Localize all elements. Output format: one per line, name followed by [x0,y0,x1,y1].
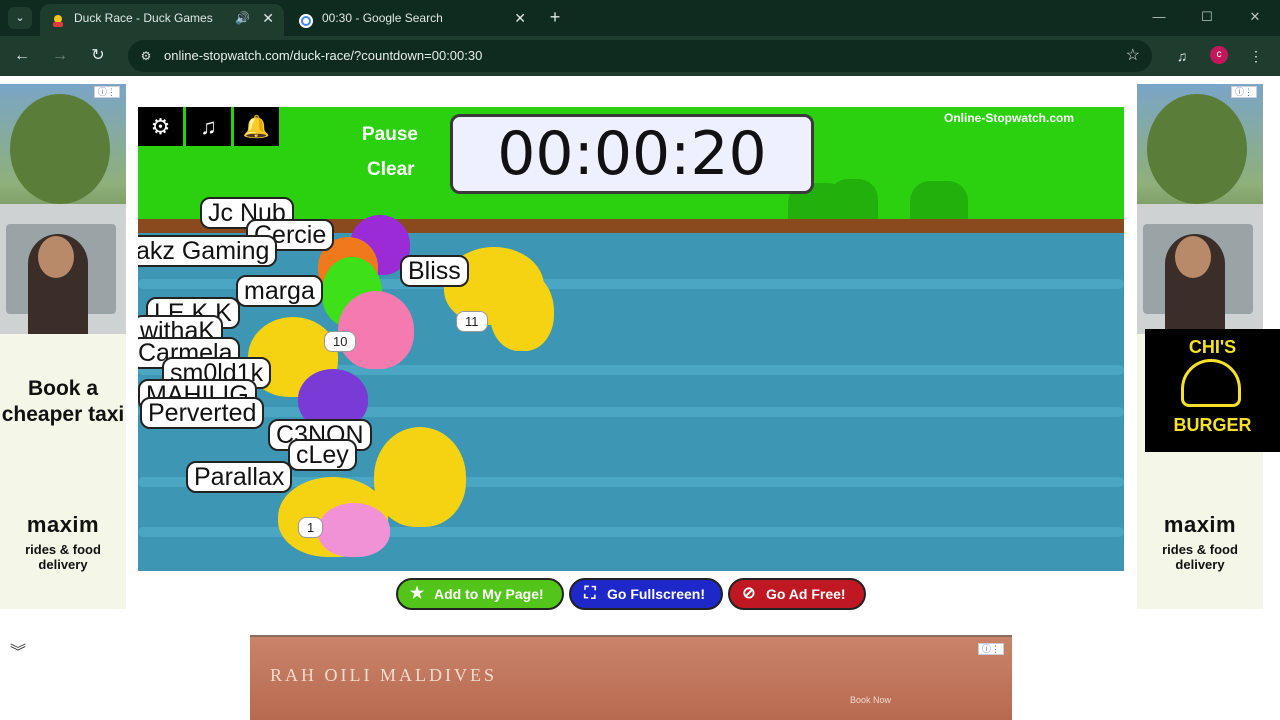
countdown-timer: 00:00:20 [450,114,814,194]
collapse-ad-chevron-icon[interactable]: ︾ [10,638,34,661]
new-tab-button[interactable]: + [544,6,566,28]
go-ad-free-button[interactable]: ⊘ Go Ad Free! [728,578,866,610]
star-icon: ★ [409,585,425,602]
browser-toolbar: ← → ↻ ⚙ online-stopwatch.com/duck-race/?… [0,36,1280,76]
ad-strip [250,635,1012,637]
address-bar[interactable]: ⚙ online-stopwatch.com/duck-race/?countd… [128,40,1152,72]
ad-photo [0,84,126,334]
logo-bottom-text: BURGER [1173,415,1252,435]
face-shape [38,236,74,278]
page-content: ⓘ⋮ Book a cheaper taxi maxim rides & foo… [0,76,1280,720]
chis-burger-logo[interactable]: CHI'S BURGER [1145,329,1280,452]
button-label: Go Ad Free! [766,586,846,602]
pause-link[interactable]: Pause [362,124,418,146]
duck-race-game[interactable]: ⚙ ♫ 🔔 Pause Clear 00:00:20 Online-Stopwa… [138,107,1124,571]
close-window-icon[interactable]: ✕ [1240,6,1270,28]
racer-name-tag: akz Gaming [138,235,278,267]
back-icon[interactable]: ← [10,44,34,68]
bell-icon[interactable]: 🔔 [234,107,279,146]
bush [828,179,878,219]
music-icon[interactable]: ♫ [186,107,231,146]
racer-name-tag: Perverted [140,397,265,429]
tree-shape [10,94,110,204]
duck-number-tag: 11 [456,311,488,332]
ad-brand: maxim [1163,512,1237,537]
fullscreen-icon: ⛶ [584,585,596,602]
logo-top-text: CHI'S [1188,337,1237,357]
ad-brand: maxim [26,512,100,537]
minimize-icon[interactable]: — [1144,6,1174,28]
url-text: online-stopwatch.com/duck-race/?countdow… [164,48,483,63]
duck [374,427,466,527]
duck [490,271,554,351]
close-icon[interactable]: ✕ [262,4,274,32]
ad-tagline: rides & food delivery [1162,542,1238,572]
google-favicon-icon [298,11,314,28]
media-control-icon[interactable]: ♫ [1170,44,1194,68]
menu-icon[interactable]: ⋮ [1244,44,1268,68]
racer-name-tag: Parallax [186,461,293,493]
tab-duck-race[interactable]: Duck Race - Duck Games 🔊 ✕ [40,4,284,36]
forward-icon[interactable]: → [48,44,72,68]
site-info-icon[interactable]: ⚙ [136,46,156,66]
face-shape [1175,236,1211,278]
maximize-icon[interactable]: ☐ [1192,6,1222,28]
bottom-ad[interactable]: RAH OILI MALDIVES Book Now ⓘ⋮ [250,635,1012,720]
duck-number-tag: 1 [298,517,324,538]
ad-cta[interactable]: Book Now [850,695,891,705]
game-controls: ⚙ ♫ 🔔 [138,107,280,146]
ad-tagline: rides & food delivery [25,542,101,572]
bush [910,181,968,221]
add-to-my-page-button[interactable]: ★ Add to My Page! [396,578,564,610]
tab-search-button[interactable]: ⌄ [8,7,32,29]
duck [338,291,414,369]
speaker-icon[interactable]: 🔊 [235,4,250,32]
ad-info-icon[interactable]: ⓘ⋮ [94,86,120,98]
bookmark-star-icon[interactable]: ☆ [1126,40,1140,72]
clear-link[interactable]: Clear [367,159,415,181]
tab-google-search[interactable]: 00:30 - Google Search ✕ [288,4,536,36]
button-label: Go Fullscreen! [607,586,706,602]
racer-name-tag: marga [236,275,323,307]
ad-photo [1137,84,1263,334]
duck-favicon-icon [50,11,66,27]
online-stopwatch-link[interactable]: Online-Stopwatch.com [944,111,1074,125]
burger-icon [1181,359,1241,407]
close-icon[interactable]: ✕ [514,4,526,32]
duck-number-tag: 10 [324,331,357,352]
ad-hotel-name: RAH OILI MALDIVES [270,665,497,685]
gear-icon[interactable]: ⚙ [138,107,183,146]
wave [138,407,1124,417]
ad-info-icon[interactable]: ⓘ⋮ [1231,86,1257,98]
duck [318,503,390,557]
racer-name-tag: Bliss [400,255,469,287]
tab-title: Duck Race - Duck Games [74,11,213,25]
racer-name-tag: cLey [288,439,357,471]
reload-icon[interactable]: ↻ [86,44,110,68]
tab-strip: ⌄ Duck Race - Duck Games 🔊 ✕ 00:30 - Goo… [0,0,1280,36]
button-label: Add to My Page! [434,586,544,602]
ad-info-icon[interactable]: ⓘ⋮ [978,643,1004,655]
ad-headline: Book a cheaper taxi [1,377,125,426]
tab-title: 00:30 - Google Search [322,11,443,25]
left-ad[interactable]: ⓘ⋮ Book a cheaper taxi maxim rides & foo… [0,84,126,609]
profile-avatar[interactable]: c [1210,46,1228,64]
tree-shape [1147,94,1247,204]
go-fullscreen-button[interactable]: ⛶ Go Fullscreen! [569,578,723,610]
no-entry-icon: ⊘ [742,585,756,602]
